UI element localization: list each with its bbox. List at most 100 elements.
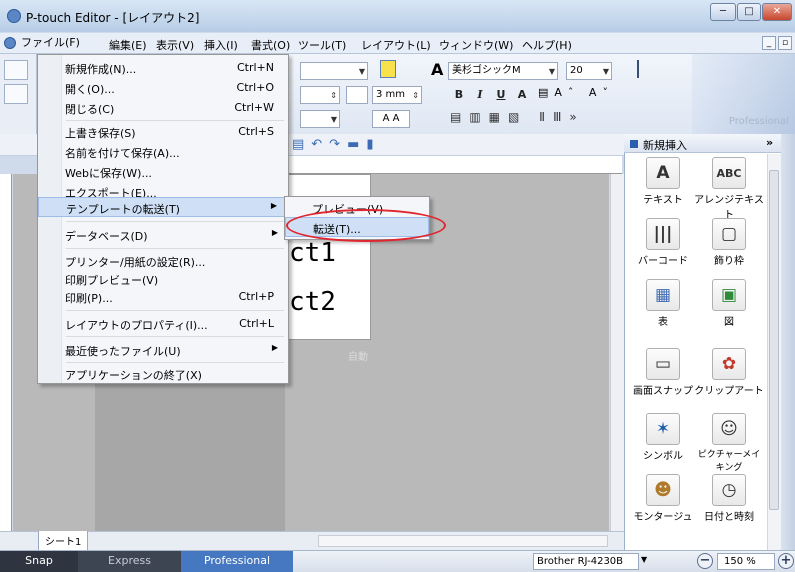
zoom-select[interactable]: 150 % xyxy=(717,553,775,570)
menu-item-print[interactable]: 印刷(P)... Ctrl+P xyxy=(38,287,288,307)
mdi-restore-button[interactable]: ▫ xyxy=(778,36,792,50)
annotation-oval xyxy=(286,209,446,242)
menu-tools[interactable]: ツール(T) xyxy=(298,37,346,53)
style-combo[interactable]: ▼ xyxy=(300,62,368,80)
sheet-tab[interactable]: シート1 xyxy=(38,531,89,551)
menu-item-recent-files[interactable]: 最近使ったファイル(U) ▶ xyxy=(38,340,288,360)
screen-capture-icon: ▭ xyxy=(646,348,680,380)
text-icon: A xyxy=(646,157,680,189)
printer-dropdown-icon[interactable]: ▼ xyxy=(641,555,647,564)
menu-separator xyxy=(66,221,284,222)
window-title: P-touch Editor - [レイアウト2] xyxy=(26,11,200,25)
menu-insert[interactable]: 挿入(I) xyxy=(204,37,238,53)
menu-item-exit[interactable]: アプリケーションの終了(X) xyxy=(38,364,288,384)
menu-separator xyxy=(66,336,284,337)
menu-item-print-preview[interactable]: 印刷プレビュー(V) xyxy=(38,269,288,289)
submenu-arrow-icon: ▶ xyxy=(270,201,277,210)
auto-length-label: 自動 xyxy=(348,352,368,363)
horizontal-scrollbar[interactable] xyxy=(318,535,608,547)
insert-picture-item[interactable]: ▣ 図 xyxy=(694,279,764,328)
menu-window[interactable]: ウィンドウ(W) xyxy=(439,37,513,53)
insert-symbol-item[interactable]: ✶ シンボル xyxy=(628,413,698,462)
text-tool-icon[interactable] xyxy=(4,84,28,104)
length-input[interactable]: 3 mm ⇕ xyxy=(372,86,422,104)
symbol-icon: ✶ xyxy=(646,413,680,445)
menu-separator xyxy=(66,310,284,311)
paragraph-icon[interactable] xyxy=(637,60,647,78)
underline-button[interactable]: U xyxy=(492,86,510,104)
professional-label: Professional xyxy=(728,116,789,127)
menu-item-new[interactable]: 新規作成(N)... Ctrl+N xyxy=(38,58,288,78)
menu-item-open[interactable]: 開く(O)... Ctrl+O xyxy=(38,78,288,98)
menu-item-save-web[interactable]: Webに保存(W)... xyxy=(38,162,288,182)
menu-separator xyxy=(66,248,284,249)
panel-header-icon xyxy=(630,140,638,148)
panel-title: 新規挿入 xyxy=(643,139,687,152)
menu-help[interactable]: ヘルプ(H) xyxy=(522,37,572,53)
bold-button[interactable]: B xyxy=(450,86,468,104)
mdi-minimize-button[interactable]: _ xyxy=(762,36,776,50)
quick-icons[interactable]: ▤↶↷▬▮ xyxy=(292,137,422,153)
outline-button[interactable]: A xyxy=(513,86,531,104)
insert-date-time-item[interactable]: ◷ 日付と時刻 xyxy=(694,474,764,523)
insert-arranged-text-item[interactable]: ABC アレンジテキスト xyxy=(694,157,764,221)
label-text-1[interactable]: ct1 xyxy=(289,238,336,268)
menu-item-save-as[interactable]: 名前を付けて保存(A)... xyxy=(38,142,288,162)
menu-layout[interactable]: レイアウト(L) xyxy=(361,37,431,53)
menu-item-database[interactable]: データベース(D) ▶ xyxy=(38,225,288,245)
label-text-2[interactable]: ct2 xyxy=(289,287,336,317)
arranged-text-icon: ABC xyxy=(712,157,746,189)
snap-mode-button[interactable]: Snap xyxy=(0,551,78,572)
menu-item-transfer-template[interactable]: テンプレートの転送(T) ▶ xyxy=(38,197,288,217)
frame-icon: ▢ xyxy=(712,218,746,250)
close-button[interactable]: ✕ xyxy=(762,3,792,21)
highlight-icon[interactable] xyxy=(380,60,396,78)
panel-scroll-thumb[interactable] xyxy=(769,170,779,510)
maximize-button[interactable]: □ xyxy=(737,3,761,21)
menu-item-printer-setup[interactable]: プリンター/用紙の設定(R)... xyxy=(38,251,288,271)
menu-item-layout-properties[interactable]: レイアウトのプロパティ(I)... Ctrl+L xyxy=(38,314,288,334)
panel-more-icon[interactable]: » xyxy=(766,136,773,149)
font-icon: A xyxy=(431,60,444,79)
menu-view[interactable]: 表示(V) xyxy=(156,37,194,53)
right-side-strip xyxy=(781,134,795,550)
italic-button[interactable]: I xyxy=(471,86,489,104)
menu-item-close[interactable]: 閉じる(C) Ctrl+W xyxy=(38,98,288,118)
insert-text-item[interactable]: A テキスト xyxy=(628,157,698,206)
clipart-icon: ✿ xyxy=(712,348,746,380)
insert-table-item[interactable]: ▦ 表 xyxy=(628,279,698,328)
spin-a[interactable]: ⇕ xyxy=(300,86,340,104)
insert-frame-item[interactable]: ▢ 飾り枠 xyxy=(694,218,764,267)
clock-icon: ◷ xyxy=(712,474,746,506)
zoom-out-icon[interactable]: − xyxy=(697,553,713,569)
insert-montage-item[interactable]: ☻ モンタージュ xyxy=(628,474,698,523)
insert-barcode-item[interactable]: ||| バーコード xyxy=(628,218,698,267)
align-icon[interactable] xyxy=(346,86,368,104)
insert-clipart-item[interactable]: ✿ クリップアート xyxy=(694,348,764,397)
combo-c[interactable]: ▼ xyxy=(300,110,340,128)
express-mode-tab[interactable]: Express xyxy=(78,551,181,572)
printer-select[interactable]: Brother RJ-4230B xyxy=(533,553,639,570)
frame-icon[interactable]: A A xyxy=(372,110,410,128)
professional-mode-tab[interactable]: Professional xyxy=(181,551,293,572)
submenu-arrow-icon: ▶ xyxy=(271,228,278,237)
font-combo[interactable]: 美杉ゴシックM ▼ xyxy=(448,62,558,80)
font-size-combo[interactable]: 20 ▼ xyxy=(566,62,612,80)
minimize-button[interactable]: ─ xyxy=(710,3,736,21)
vertical-ruler xyxy=(0,174,12,536)
text-effects-icon[interactable]: ▤Aˆ A˅ xyxy=(538,86,618,104)
picture-icon: ▣ xyxy=(712,279,746,311)
mdi-icon xyxy=(4,37,16,49)
select-tool-icon[interactable] xyxy=(4,60,28,80)
alignment-icons[interactable]: ▤▥▦▧ ⅡⅢ» xyxy=(450,110,630,128)
menu-file[interactable]: ファイル(F) xyxy=(21,34,80,50)
montage-icon: ☻ xyxy=(646,474,680,506)
insert-screen-capture-item[interactable]: ▭ 画面スナップ xyxy=(628,348,698,397)
menu-separator xyxy=(66,120,284,121)
zoom-in-icon[interactable]: + xyxy=(778,553,794,569)
menu-edit[interactable]: 編集(E) xyxy=(109,37,147,53)
menu-item-save[interactable]: 上書き保存(S) Ctrl+S xyxy=(38,122,288,142)
menu-format[interactable]: 書式(O) xyxy=(251,37,290,53)
canvas-vertical-scrollbar[interactable] xyxy=(610,174,624,536)
insert-picture-making-item[interactable]: ☺ ピクチャーメイキング xyxy=(694,413,764,473)
